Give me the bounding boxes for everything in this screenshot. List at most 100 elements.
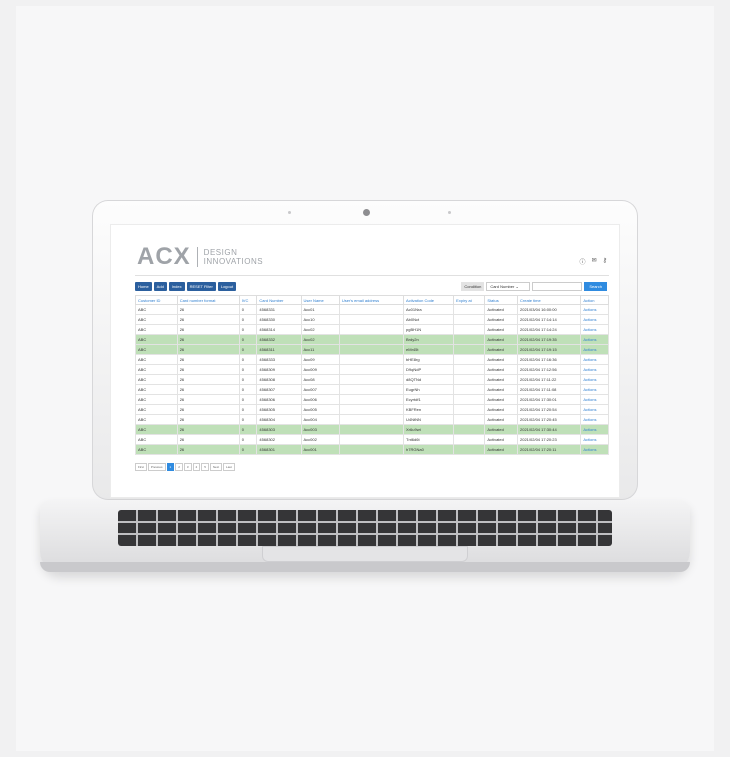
logo-divider — [196, 247, 198, 267]
nav-button-reset-filter[interactable]: RESET Filter — [186, 282, 216, 291]
actions-link[interactable]: Actions — [580, 364, 609, 375]
actions-link[interactable]: Actions — [580, 384, 609, 395]
table-cell: Acc006 — [300, 394, 340, 405]
table-cell: 0 — [238, 324, 258, 335]
table-cell: Activated — [484, 314, 518, 325]
condition-select[interactable]: Card Number ⌄ — [486, 282, 531, 291]
table-cell — [453, 404, 486, 415]
table-cell: U4NtNN — [403, 414, 455, 425]
page-link[interactable]: 5 — [201, 463, 209, 471]
column-header[interactable]: Customer ID — [135, 295, 178, 305]
nav-button-logout[interactable]: Logout — [217, 282, 237, 291]
table-header-row: Customer ID Card number format IVC Card Num… — [135, 295, 609, 305]
column-header[interactable]: Card Number — [256, 295, 302, 305]
actions-link[interactable]: Actions — [580, 324, 609, 335]
table-cell: Acc11 — [300, 344, 340, 355]
table-cell — [338, 304, 405, 315]
table-cell: ABC — [135, 344, 178, 355]
table-cell — [453, 374, 486, 385]
actions-link[interactable]: Actions — [580, 374, 609, 385]
actions-link[interactable]: Actions — [580, 314, 609, 325]
table-cell — [338, 334, 405, 345]
table-cell: EugrNh — [403, 384, 455, 395]
column-header[interactable]: Activation Code — [403, 295, 455, 305]
table-cell: 26 — [176, 324, 240, 335]
table-cell: 4568332 — [256, 334, 302, 345]
table-cell — [338, 324, 405, 335]
table-row[interactable]: ABC 26 0 4568309 Acc009 D9qNdP Activated 2021/0… — [135, 364, 609, 375]
column-header[interactable]: Card number format — [176, 295, 240, 305]
page-link[interactable]: Last — [223, 463, 235, 471]
page-link[interactable]: Next — [209, 463, 223, 471]
table-cell: Acc009 — [300, 364, 340, 375]
table-cell: 0 — [238, 424, 258, 435]
table-row[interactable]: ABC 26 0 4568311 Acc11 eMr45t Activated 2021/02… — [135, 344, 609, 355]
header-icons: ⓘ ✉ ⚷ — [580, 257, 607, 266]
column-header[interactable]: Create time — [516, 295, 582, 305]
touchpad — [262, 546, 468, 562]
table-row[interactable]: ABC 26 0 4568308 Acc08 d8QTNd Activated 2021/02… — [135, 374, 609, 385]
table-cell — [338, 354, 405, 365]
page-link[interactable]: 1 — [166, 463, 175, 471]
column-header[interactable]: IVC — [238, 295, 258, 305]
table-row[interactable]: ABC 26 0 4568304 Acc004 U4NtNN Activated 2021/0… — [135, 414, 609, 425]
table-cell — [453, 444, 486, 455]
table-cell — [338, 344, 405, 355]
page-link[interactable]: 2 — [175, 463, 183, 471]
table-row[interactable]: ABC 26 0 4568331 Acc01 Ac01Nra Activated 2021/0… — [135, 304, 609, 315]
table-row[interactable]: ABC 26 0 4568305 Acc005 KBFRen Activated 2021/0… — [135, 404, 609, 415]
table-cell — [338, 414, 405, 425]
table-row[interactable]: ABC 26 0 4568333 Acc09 bHE8rg Activated 2021/02… — [135, 354, 609, 365]
table-cell — [453, 424, 486, 435]
page-link[interactable]: First — [135, 463, 147, 471]
table-cell: 26 — [176, 304, 240, 315]
table-row[interactable]: ABC 26 0 4568301 Acc001 h7RGNa0 Activated 2021/… — [135, 444, 609, 455]
table-row[interactable]: ABC 26 0 4568306 Acc006 Ecyrtdf1 Activated 2021… — [135, 394, 609, 405]
table-cell: 4568303 — [256, 424, 302, 435]
table-cell: 0 — [238, 344, 258, 355]
table-cell — [338, 434, 405, 445]
table-row[interactable]: ABC 26 0 4568314 Acc02 pgBH1N Activated 2021/02… — [135, 324, 609, 335]
actions-link[interactable]: Actions — [580, 394, 609, 405]
logo-sub2: INNOVATIONS — [203, 257, 264, 266]
column-header[interactable]: Action — [580, 295, 609, 305]
nav-button-home[interactable]: Home — [135, 282, 152, 291]
acx-logo: ACX DESIGN INNOVATIONS — [137, 243, 263, 271]
mail-icon[interactable]: ✉ — [592, 257, 597, 266]
column-header[interactable]: Status — [484, 295, 518, 305]
nav-button-add[interactable]: Add — [153, 282, 167, 291]
column-header[interactable]: Expiry at — [453, 295, 486, 305]
actions-link[interactable]: Actions — [580, 344, 609, 355]
table-cell: ABC — [135, 414, 178, 425]
actions-link[interactable]: Actions — [580, 404, 609, 415]
actions-link[interactable]: Actions — [580, 434, 609, 445]
table-row[interactable]: ABC 26 0 4568307 Acc007 EugrNh Activated 2021/0… — [135, 384, 609, 395]
table-cell: 2021/02/04 17:30:44 — [516, 424, 582, 435]
search-button[interactable]: Search — [584, 282, 607, 291]
table-cell — [453, 334, 486, 345]
key-icon[interactable]: ⚷ — [603, 257, 607, 266]
info-icon[interactable]: ⓘ — [580, 257, 586, 266]
actions-link[interactable]: Actions — [580, 354, 609, 365]
table-cell: Activated — [484, 304, 518, 315]
page-link[interactable]: 3 — [183, 463, 192, 471]
nav-button-index[interactable]: Index — [168, 282, 185, 291]
search-input[interactable] — [532, 282, 583, 291]
table-row[interactable]: ABC 26 0 4568330 Acc10 Ab0Nct Activated 2021/02… — [135, 314, 609, 325]
table-cell: 2021/02/04 17:30:01 — [516, 394, 582, 405]
table-cell: Acc003 — [300, 424, 340, 435]
table-row[interactable]: ABC 26 0 4568302 Acc002 Tnt6d6t Activated 2021/… — [135, 434, 609, 445]
actions-link[interactable]: Actions — [580, 424, 609, 435]
actions-link[interactable]: Actions — [580, 334, 609, 345]
table-cell — [338, 404, 405, 415]
page-link[interactable]: 4 — [192, 463, 201, 471]
table-row[interactable]: ABC 26 0 4568303 Acc003 Xr6u9wt Activated 2021/… — [135, 424, 609, 435]
column-header[interactable]: User's email address — [338, 295, 405, 305]
column-header[interactable]: User Name — [300, 295, 340, 305]
table-row[interactable]: ABC 26 0 4568332 Acc02 Brdy2n Activated 2021/02… — [135, 334, 609, 345]
table-cell: 0 — [238, 354, 258, 365]
actions-link[interactable]: Actions — [580, 304, 609, 315]
actions-link[interactable]: Actions — [580, 444, 609, 455]
page-link[interactable]: Previous — [147, 463, 166, 471]
actions-link[interactable]: Actions — [580, 414, 609, 425]
